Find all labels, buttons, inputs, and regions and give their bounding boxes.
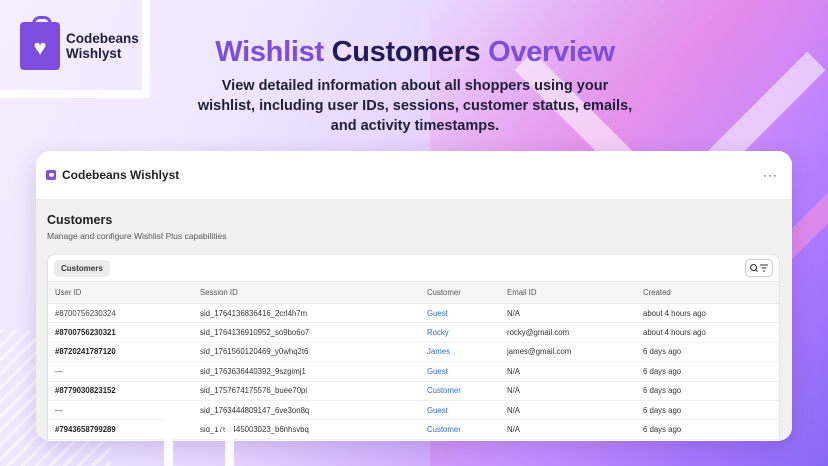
cell-user-id: — [48, 361, 193, 382]
cell-customer[interactable]: Guest [420, 303, 500, 324]
cell-session-id: sid_1761560120469_y0whq2t6 [193, 342, 420, 363]
cell-customer[interactable]: Guest [420, 361, 500, 382]
customers-table: User ID Session ID Customer Email ID Cre… [48, 281, 779, 440]
table-header-row: User ID Session ID Customer Email ID Cre… [48, 281, 779, 304]
app-content: Customers Manage and configure Wishlist … [36, 200, 792, 441]
cell-email-id: N/A [500, 381, 636, 401]
table-row[interactable]: — sid_1763636440392_9szgimj1 Guest N/A 6 day… [48, 361, 779, 382]
page-title: Customers [47, 213, 113, 227]
brand-name-line2: Wishlyst [66, 46, 122, 61]
card-toolbar: Customers [48, 255, 779, 281]
column-header-created[interactable]: Created [636, 281, 779, 304]
hero-title-part3: Overview [488, 36, 615, 68]
table-row[interactable]: — sid_1763444809147_6ve3on8q Guest N/A 6 day… [48, 400, 779, 421]
brand-name: Codebeans Wishlyst [66, 31, 139, 61]
table-row[interactable]: #8720241787120 sid_1761560120469_y0whq2t6… [48, 342, 779, 363]
hero-title-part2: Customers [331, 36, 481, 68]
cell-created: 6 days ago [636, 342, 779, 363]
hero-subtitle: View detailed information about all shop… [197, 78, 633, 134]
page-subtitle: Manage and configure Wishlist Plus capab… [47, 231, 227, 241]
customers-card: Customers User ID Session ID Customer Em… [47, 254, 780, 441]
column-header-customer[interactable]: Customer [420, 281, 500, 304]
cell-customer[interactable]: James [420, 342, 500, 363]
table-row[interactable]: #7943658799289 sid_1763445003023_b6nhsvbq… [48, 419, 779, 440]
hero-title: Wishlist Customers Overview [160, 36, 670, 69]
cell-session-id: sid_1764136910952_so9bo6o7 [193, 322, 420, 343]
cell-session-id: sid_1763636440392_9szgimj1 [193, 361, 420, 382]
app-window: Codebeans Wishlyst ··· Customers Manage … [36, 151, 792, 441]
bag-heart-icon: ♥ [20, 16, 60, 70]
cell-email-id: N/A [500, 400, 636, 421]
cell-created: 6 days ago [636, 361, 779, 382]
cell-session-id: sid_1757674175576_buee70pi [193, 381, 420, 401]
cell-customer[interactable]: Customer [420, 381, 500, 401]
cell-session-id: sid_1763444809147_6ve3on8q [193, 400, 420, 421]
cell-user-id: — [48, 400, 193, 421]
app-titlebar: Codebeans Wishlyst ··· [36, 151, 792, 200]
table-row[interactable]: #8700756230324 sid_1764136836416_2crl4h7m… [48, 303, 779, 324]
column-header-session-id[interactable]: Session ID [193, 281, 420, 304]
column-header-user-id[interactable]: User ID [48, 281, 193, 304]
cell-email-id: N/A [500, 419, 636, 440]
cell-email-id: N/A [500, 361, 636, 382]
table-row[interactable]: #8779030823152 sid_1757674175576_buee70pi… [48, 381, 779, 401]
cell-created: 6 days ago [636, 381, 779, 401]
brand-name-line1: Codebeans [66, 31, 139, 46]
tab-customers[interactable]: Customers [54, 259, 110, 277]
bag-heart-icon [46, 170, 56, 180]
search-filter-icon [749, 263, 768, 272]
more-options-button[interactable]: ··· [763, 169, 778, 181]
cell-session-id: sid_1763445003023_b6nhsvbq [193, 419, 420, 440]
cell-user-id: #7943658799289 [48, 419, 193, 440]
cell-user-id: #8700756230324 [48, 303, 193, 324]
cell-customer[interactable]: Customer [420, 419, 500, 440]
cell-user-id: #8720241787120 [48, 342, 193, 363]
cell-email-id: N/A [500, 303, 636, 324]
cell-email-id: rocky@gmail.com [500, 322, 636, 343]
cell-created: 6 days ago [636, 400, 779, 421]
table-row[interactable]: #8700756230321 sid_1764136910952_so9bo6o7… [48, 322, 779, 343]
column-header-email-id[interactable]: Email ID [500, 281, 636, 304]
search-filter-button[interactable] [745, 259, 773, 277]
cell-user-id: #8779030823152 [48, 381, 193, 401]
brand-logo: ♥ Codebeans Wishlyst [20, 16, 139, 70]
cell-customer[interactable]: Guest [420, 400, 500, 421]
cell-created: 6 days ago [636, 419, 779, 440]
cell-created: about 4 hours ago [636, 303, 779, 324]
hero-title-part1: Wishlist [215, 36, 324, 68]
cell-email-id: james@gmail.com [500, 342, 636, 363]
cell-customer[interactable]: Rocky [420, 322, 500, 343]
cell-session-id: sid_1764136836416_2crl4h7m [193, 303, 420, 324]
app-title: Codebeans Wishlyst [62, 168, 180, 182]
cell-created: about 4 hours ago [636, 322, 779, 343]
cell-user-id: #8700756230321 [48, 322, 193, 343]
